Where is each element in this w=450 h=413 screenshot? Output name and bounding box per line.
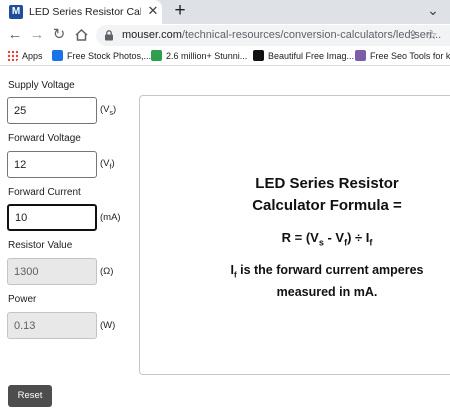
seo-tools-favicon-icon	[355, 50, 366, 61]
apps-grid-icon	[7, 50, 18, 61]
stock-photos-favicon-icon	[52, 50, 63, 61]
bookmark-free-seo-tools[interactable]: Free Seo Tools for k...	[355, 49, 450, 63]
mouser-favicon-icon: M	[9, 5, 23, 19]
chevron-down-icon[interactable]: ⌄	[424, 1, 442, 19]
url-text[interactable]: mouser.com/technical-resources/conversio…	[122, 29, 441, 42]
browser-tab[interactable]: M LED Series Resistor Calculator | M ✕	[0, 0, 162, 24]
resistor-value-label: Resistor Value	[8, 240, 73, 251]
lock-icon[interactable]	[104, 30, 114, 41]
power-label: Power	[8, 294, 37, 305]
browser-toolbar: ← → ↻ mouser.com/technical-resources/con…	[0, 24, 450, 47]
forward-voltage-label: Forward Voltage	[8, 133, 81, 144]
close-icon[interactable]: ✕	[146, 4, 160, 18]
forward-voltage-unit: (Vf)	[100, 158, 115, 171]
reload-icon[interactable]: ↻	[49, 25, 69, 45]
bookmark-free-stock-photos[interactable]: Free Stock Photos,...	[52, 49, 151, 63]
forward-voltage-input[interactable]	[7, 151, 97, 178]
address-bar[interactable]: mouser.com/technical-resources/conversio…	[96, 25, 450, 46]
formula-panel: LED Series Resistor Calculator Formula =…	[139, 95, 450, 375]
arrow-left-icon[interactable]: ←	[5, 25, 25, 45]
arrow-right-icon[interactable]: →	[27, 25, 47, 45]
formula-expression: R = (Vs - Vf) ÷ If	[281, 230, 373, 248]
bookmarks-bar: Apps Free Stock Photos,... 2.6 million+ …	[0, 47, 450, 66]
bookmark-stunning-images[interactable]: 2.6 million+ Stunni...	[151, 49, 247, 63]
power-output	[7, 312, 97, 339]
plus-icon[interactable]: +	[170, 1, 190, 21]
url-path: /technical-resources/conversion-calculat…	[181, 29, 442, 41]
formula-title: LED Series Resistor Calculator Formula =	[252, 175, 402, 214]
resistor-value-unit: (Ω)	[100, 266, 114, 277]
bookmark-beautiful-free-images[interactable]: Beautiful Free Imag...	[253, 49, 354, 63]
tab-strip: M LED Series Resistor Calculator | M ✕ +…	[0, 0, 450, 24]
forward-current-unit: (mA)	[100, 212, 121, 223]
share-icon[interactable]: ⇪	[405, 27, 421, 43]
forward-current-input[interactable]	[7, 204, 97, 231]
unsplash-favicon-icon	[253, 50, 264, 61]
formula-note: If is the forward current amperes measur…	[230, 263, 424, 299]
home-icon[interactable]	[71, 25, 91, 45]
star-icon[interactable]: ☆	[424, 27, 440, 43]
supply-voltage-input[interactable]	[7, 97, 97, 124]
tab-title: LED Series Resistor Calculator | M	[29, 6, 141, 18]
forward-current-label: Forward Current	[8, 187, 81, 198]
bookmark-apps[interactable]: Apps	[7, 49, 43, 63]
power-unit: (W)	[100, 320, 116, 331]
url-host: mouser.com	[122, 29, 182, 41]
resistor-value-output	[7, 258, 97, 285]
pixabay-favicon-icon	[151, 50, 162, 61]
supply-voltage-unit: (Vs)	[100, 104, 117, 117]
reset-button[interactable]: Reset	[8, 385, 52, 407]
supply-voltage-label: Supply Voltage	[8, 80, 75, 91]
